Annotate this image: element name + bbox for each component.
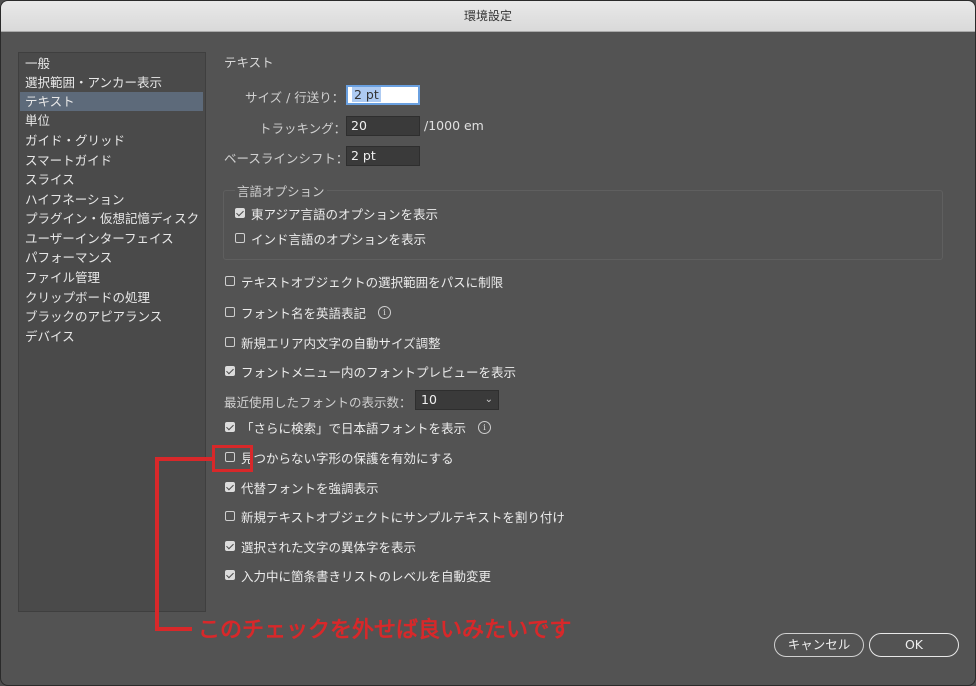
annotation-text: このチェックを外せば良いみたいです (198, 618, 572, 643)
checkbox-checked-icon[interactable] (225, 570, 235, 580)
checkbox-label: フォントメニュー内のフォントプレビューを表示 (241, 364, 517, 380)
auto-list-level-checkbox[interactable]: 入力中に箇条書きリストのレベルを自動変更 (225, 566, 491, 584)
sidebar-item-hyphenation[interactable]: ハイフネーション (20, 190, 203, 209)
size-leading-input[interactable]: 2 pt (346, 85, 420, 105)
highlight-substituted-fonts-checkbox[interactable]: 代替フォントを強調表示 (225, 478, 379, 496)
baseline-shift-input[interactable]: 2 pt (346, 146, 420, 166)
checkbox-label: 見つからない字形の保護を有効にする (241, 450, 454, 466)
tracking-input[interactable]: 20 (346, 116, 420, 136)
sidebar-item-file-handling[interactable]: ファイル管理 (20, 268, 203, 287)
sidebar-item-general[interactable]: 一般 (20, 54, 203, 73)
checkbox-label: 「さらに検索」で日本語フォントを表示 (241, 420, 467, 436)
language-options-group (223, 190, 943, 260)
font-preview-checkbox[interactable]: フォントメニュー内のフォントプレビューを表示 (225, 362, 516, 380)
recent-fonts-value: 10 (421, 392, 437, 407)
checkbox-label: 代替フォントを強調表示 (241, 480, 379, 496)
checkbox-label: インド言語のオプションを表示 (251, 231, 427, 247)
annotation-connector (155, 457, 212, 461)
checkbox-unchecked-icon[interactable] (225, 337, 235, 347)
checkbox-label: 選択された文字の異体字を表示 (241, 539, 417, 555)
fill-placeholder-text-checkbox[interactable]: 新規テキストオブジェクトにサンプルテキストを割り付け (225, 507, 565, 525)
more-search-japanese-fonts-checkbox[interactable]: 「さらに検索」で日本語フォントを表示 i (225, 418, 492, 436)
checkbox-label: 入力中に箇条書きリストのレベルを自動変更 (241, 568, 492, 584)
ok-button[interactable]: OK (869, 633, 959, 657)
sidebar-item-selection-anchor[interactable]: 選択範囲・アンカー表示 (20, 73, 203, 92)
info-icon[interactable]: i (378, 305, 392, 319)
checkbox-unchecked-icon[interactable] (225, 276, 235, 286)
sidebar-item-plugins-scratch[interactable]: プラグイン・仮想記憶ディスク (20, 209, 203, 228)
info-icon[interactable]: i (478, 420, 492, 434)
cancel-button[interactable]: キャンセル (774, 633, 864, 657)
sidebar-item-slices[interactable]: スライス (20, 170, 203, 189)
tracking-label: トラッキング： (259, 121, 347, 136)
sidebar-item-units[interactable]: 単位 (20, 111, 203, 130)
checkbox-label: 新規テキストオブジェクトにサンプルテキストを割り付け (241, 509, 565, 525)
sidebar-item-guides-grid[interactable]: ガイド・グリッド (20, 131, 203, 150)
sidebar-item-user-interface[interactable]: ユーザーインターフェイス (20, 229, 203, 248)
checkbox-label: 東アジア言語のオプションを表示 (251, 206, 439, 222)
preferences-window: 環境設定 一般 選択範囲・アンカー表示 テキスト 単位 ガイド・グリッド スマー… (0, 0, 976, 686)
size-leading-label: サイズ / 行送り： (245, 90, 345, 105)
missing-glyph-protection-checkbox[interactable]: 見つからない字形の保護を有効にする (225, 448, 454, 466)
sidebar-item-devices[interactable]: デバイス (20, 327, 203, 346)
indic-options-checkbox[interactable]: インド言語のオプションを表示 (235, 229, 426, 247)
sidebar-item-clipboard[interactable]: クリップボードの処理 (20, 288, 203, 307)
annotation-connector (155, 457, 159, 631)
language-options-title: 言語オプション (235, 181, 327, 200)
checkbox-unchecked-icon[interactable] (225, 307, 235, 317)
sidebar-item-text[interactable]: テキスト (20, 92, 203, 111)
checkbox-unchecked-icon[interactable] (235, 233, 245, 243)
checkbox-checked-icon[interactable] (225, 366, 235, 376)
chevron-down-icon: ⌄ (484, 394, 493, 405)
limit-selection-path-checkbox[interactable]: テキストオブジェクトの選択範囲をパスに制限 (225, 272, 503, 290)
annotation-connector (155, 627, 192, 631)
east-asian-options-checkbox[interactable]: 東アジア言語のオプションを表示 (235, 204, 438, 222)
checkbox-checked-icon[interactable] (235, 208, 245, 218)
checkbox-checked-icon[interactable] (225, 541, 235, 551)
auto-size-area-type-checkbox[interactable]: 新規エリア内文字の自動サイズ調整 (225, 333, 441, 351)
sidebar: 一般 選択範囲・アンカー表示 テキスト 単位 ガイド・グリッド スマートガイド … (18, 52, 206, 612)
checkbox-label: フォント名を英語表記 (241, 305, 367, 321)
section-title: テキスト (224, 55, 274, 70)
checkbox-checked-icon[interactable] (225, 422, 235, 432)
show-alternate-glyphs-checkbox[interactable]: 選択された文字の異体字を表示 (225, 537, 416, 555)
sidebar-item-black-appearance[interactable]: ブラックのアピアランス (20, 307, 203, 326)
checkbox-checked-icon[interactable] (225, 482, 235, 492)
checkbox-unchecked-icon[interactable] (225, 511, 235, 521)
checkbox-label: 新規エリア内文字の自動サイズ調整 (241, 335, 441, 351)
font-names-english-checkbox[interactable]: フォント名を英語表記 i (225, 303, 392, 321)
checkbox-label: テキストオブジェクトの選択範囲をパスに制限 (241, 274, 504, 290)
recent-fonts-label: 最近使用したフォントの表示数： (224, 395, 412, 410)
baseline-shift-label: ベースラインシフト： (224, 151, 349, 166)
sidebar-item-performance[interactable]: パフォーマンス (20, 248, 203, 267)
annotation-highlight-box (212, 445, 253, 472)
recent-fonts-select[interactable]: 10 ⌄ (415, 390, 499, 410)
sidebar-item-smart-guides[interactable]: スマートガイド (20, 151, 203, 170)
tracking-unit: /1000 em (424, 118, 484, 133)
window-title: 環境設定 (1, 1, 975, 32)
